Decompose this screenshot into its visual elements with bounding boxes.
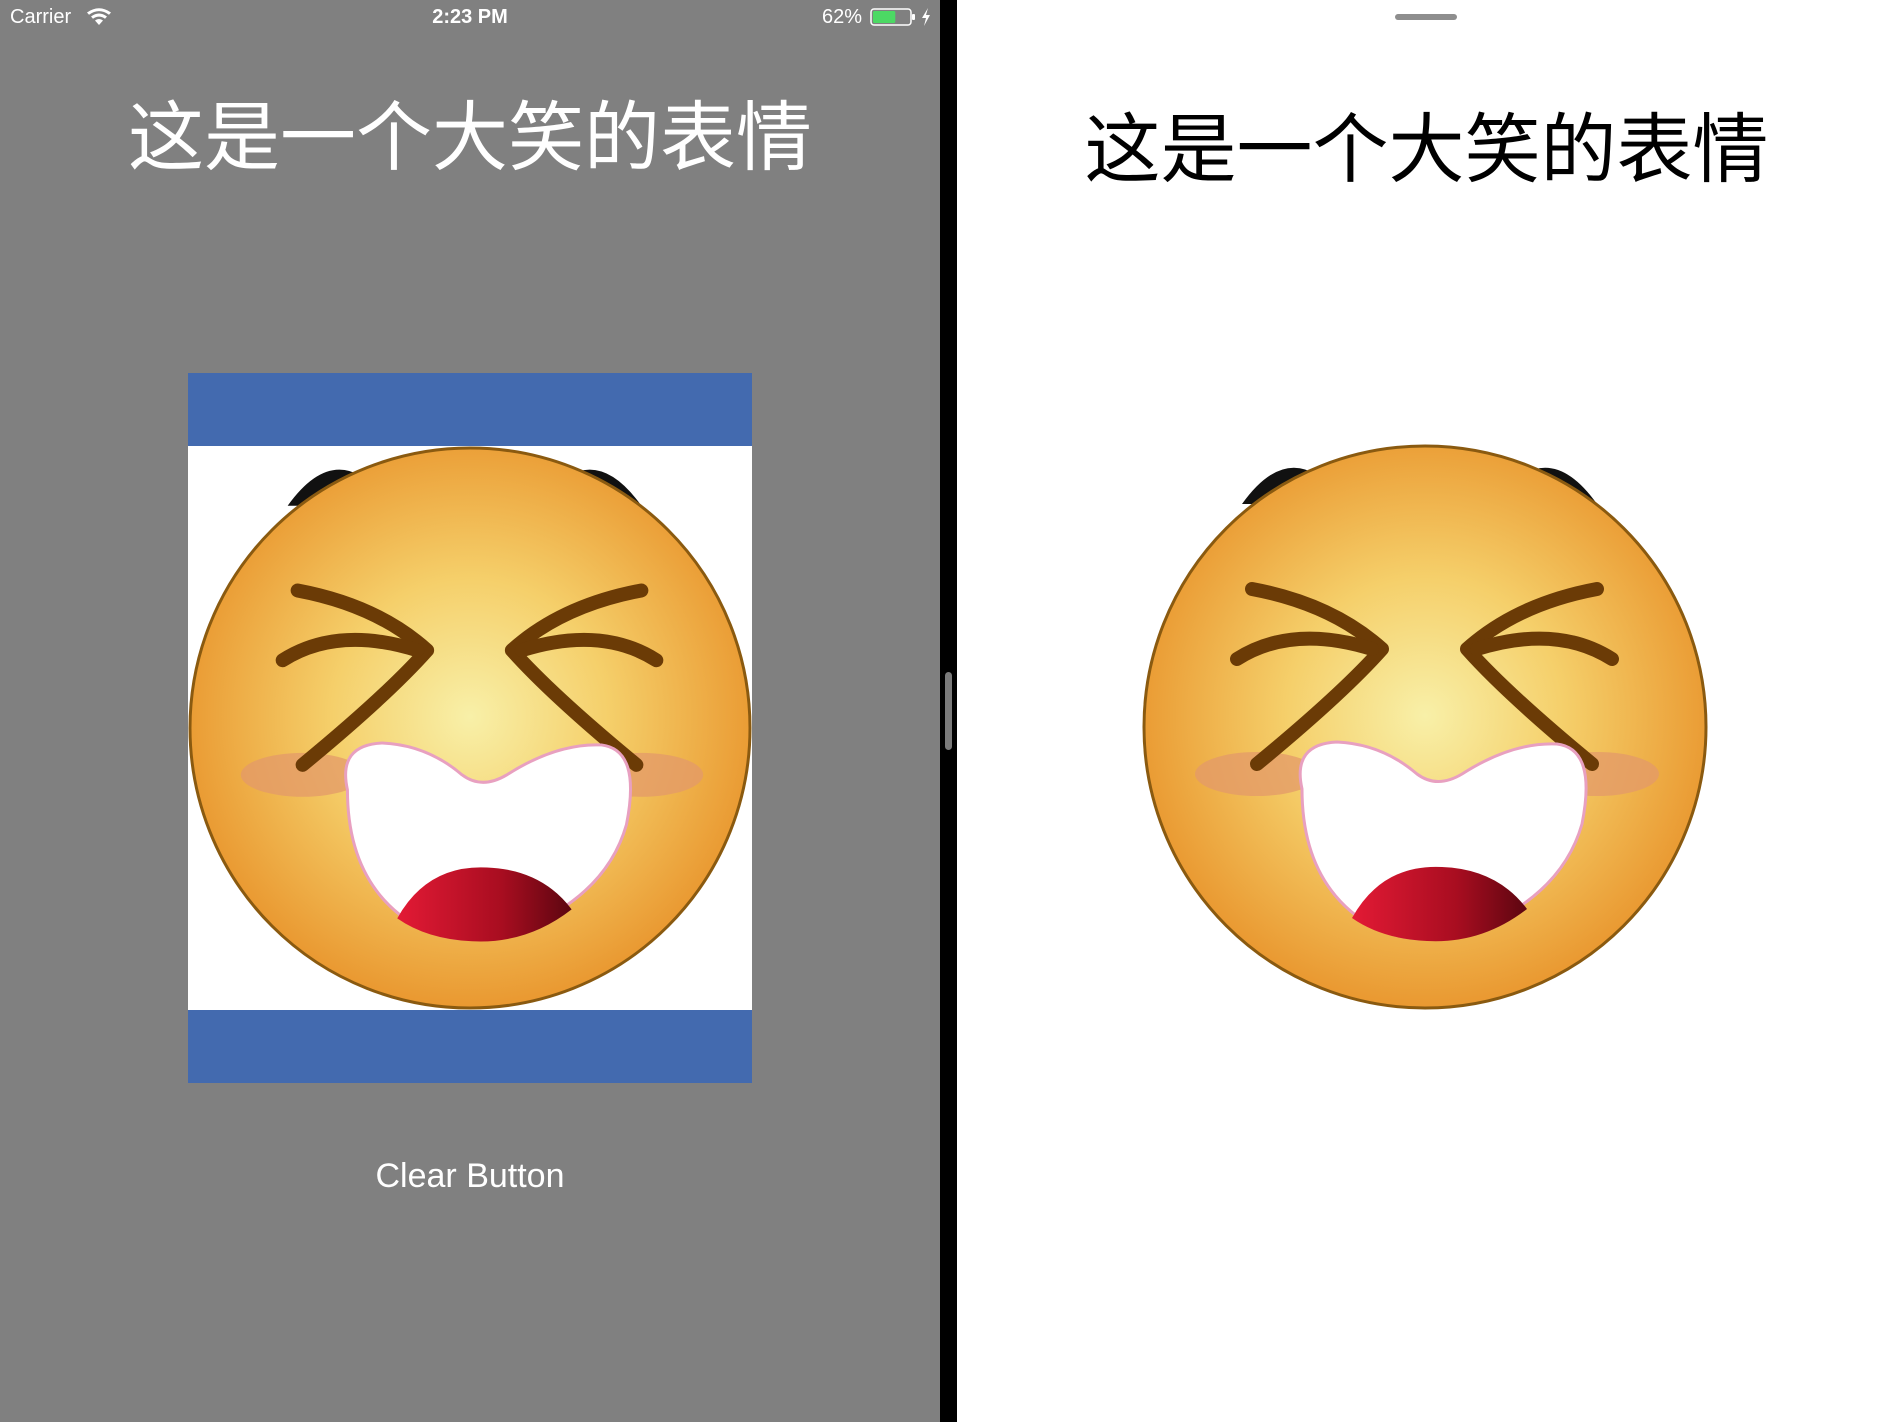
right-app-pane: 这是一个大笑的表情 xyxy=(957,0,1896,1422)
page-title-secondary: 这是一个大笑的表情 xyxy=(1084,105,1769,194)
image-view xyxy=(188,446,752,1010)
page-title: 这是一个大笑的表情 xyxy=(128,93,812,182)
divider-drag-handle[interactable] xyxy=(945,672,952,750)
battery-icon xyxy=(870,8,915,26)
status-bar: Carrier 2:23 PM 62% xyxy=(0,0,940,34)
clear-button[interactable]: Clear Button xyxy=(0,1153,940,1199)
charging-bolt-icon xyxy=(922,8,930,26)
laughing-face-image xyxy=(188,446,752,1010)
top-grabber-handle[interactable] xyxy=(1395,14,1457,20)
left-app-pane: Carrier 2:23 PM 62% 这是一个大笑的表情 Clear Butt… xyxy=(0,0,940,1422)
battery-percent: 62% xyxy=(822,6,863,28)
status-time: 2:23 PM xyxy=(432,6,508,28)
image-view-frame xyxy=(188,373,752,1083)
split-view-screen: Carrier 2:23 PM 62% 这是一个大笑的表情 Clear Butt… xyxy=(0,0,1896,1422)
laughing-face-image-secondary xyxy=(1142,444,1708,1010)
